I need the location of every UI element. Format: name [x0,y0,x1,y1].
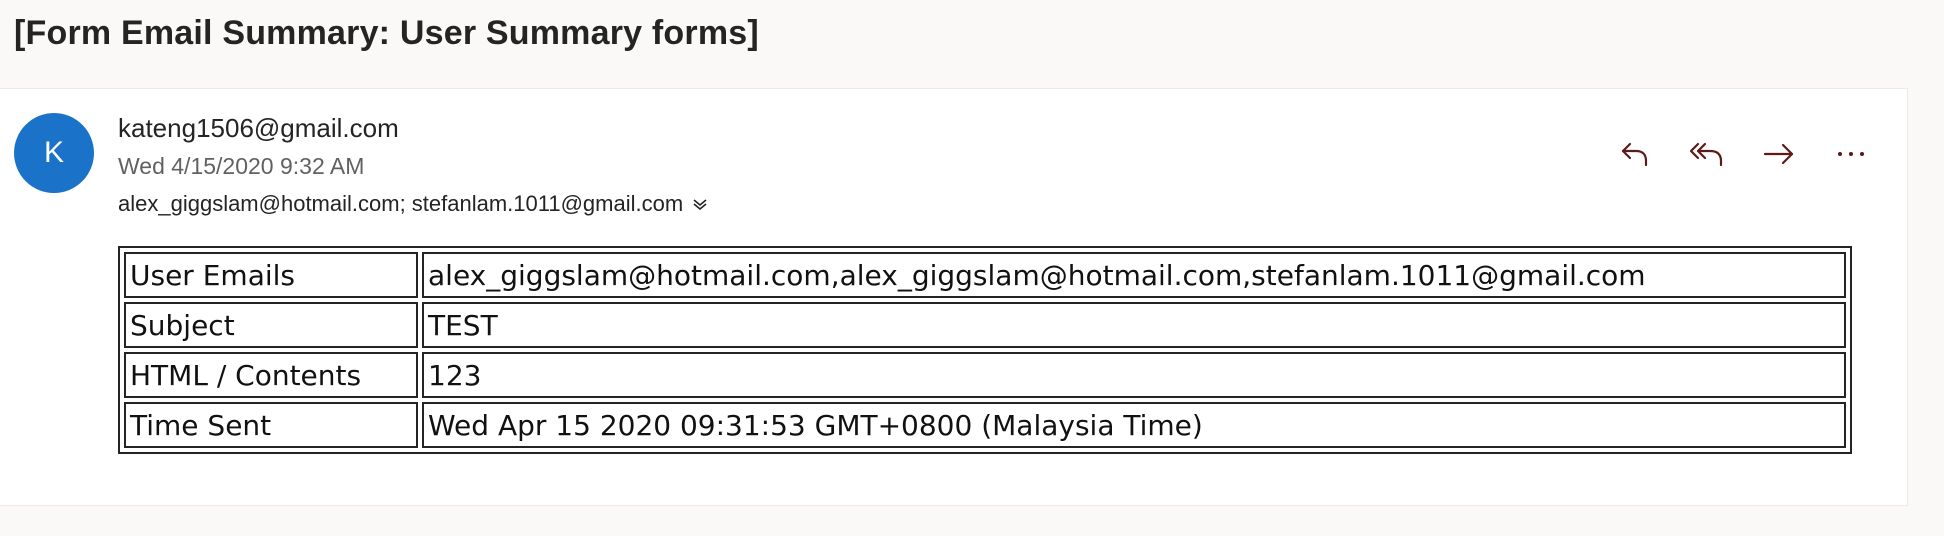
table-cell-value: Wed Apr 15 2020 09:31:53 GMT+0800 (Malay… [422,402,1846,448]
form-summary-table: User Emails alex_giggslam@hotmail.com,ale… [118,246,1852,454]
table-cell-value: TEST [422,302,1846,348]
reply-button[interactable] [1610,129,1660,179]
table-row: User Emails alex_giggslam@hotmail.com,ale… [124,252,1846,298]
forward-button[interactable] [1754,129,1804,179]
forward-icon [1763,143,1794,165]
table-row: HTML / Contents 123 [124,352,1846,398]
recipients-line: alex_giggslam@hotmail.com; stefanlam.101… [118,191,709,217]
reply-all-icon [1689,142,1723,167]
table-row: Time Sent Wed Apr 15 2020 09:31:53 GMT+08… [124,402,1846,448]
reply-all-button[interactable] [1682,129,1732,179]
table-cell-label: HTML / Contents [124,352,418,398]
table-cell-value: alex_giggslam@hotmail.com,alex_giggslam@… [422,252,1846,298]
more-actions-button[interactable] [1826,129,1876,179]
sender-email[interactable]: kateng1506@gmail.com [118,113,399,144]
recipients-list[interactable]: alex_giggslam@hotmail.com; stefanlam.101… [118,191,683,217]
message-actions [1610,129,1876,179]
table-cell-label: Subject [124,302,418,348]
table-cell-label: Time Sent [124,402,418,448]
expand-recipients-chevron-icon[interactable] [691,195,709,213]
avatar[interactable]: K [14,113,94,193]
table-row: Subject TEST [124,302,1846,348]
message-card: K kateng1506@gmail.com Wed 4/15/2020 9:3… [0,88,1908,506]
message-date: Wed 4/15/2020 9:32 AM [118,153,365,179]
table-cell-label: User Emails [124,252,418,298]
email-reading-pane: [Form Email Summary: User Summary forms]… [0,0,1944,536]
reply-icon [1621,142,1648,167]
table-cell-value: 123 [422,352,1846,398]
more-icon [1838,152,1864,156]
email-subject-title: [Form Email Summary: User Summary forms] [14,14,759,52]
